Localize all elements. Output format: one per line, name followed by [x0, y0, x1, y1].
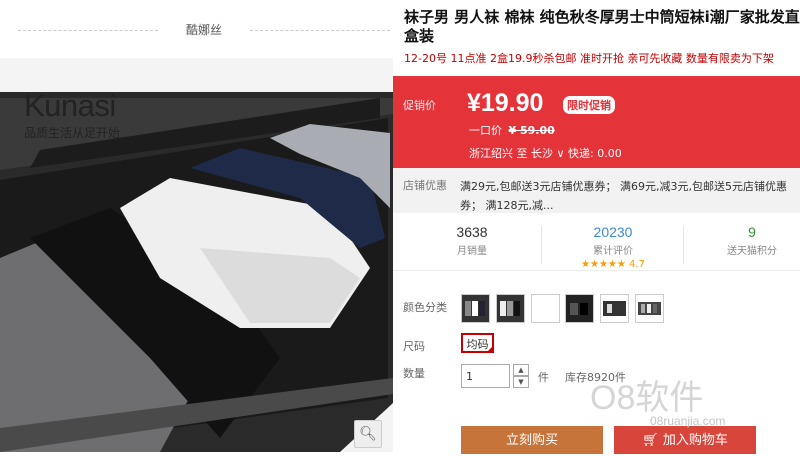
add-to-cart-label: 加入购物车 — [662, 433, 728, 448]
color-label: 颜色分类 — [403, 301, 447, 314]
review-count-number: 20230 — [593, 224, 633, 240]
rating-stars-icon: ★★★★★ — [581, 259, 626, 270]
brand-logo: Kunasi — [24, 88, 116, 123]
buy-now-button[interactable]: 立刻购买 — [461, 426, 603, 454]
brand-slogan: 品质生活从足开始 — [24, 126, 121, 140]
monthly-sales: 3638 月销量 — [407, 224, 537, 257]
rating-value: 4.7 — [629, 259, 645, 270]
shipping-info[interactable]: 浙江绍兴 至 长沙 ∨ 快递: 0.00 — [469, 145, 622, 161]
color-swatch-6[interactable] — [635, 294, 664, 323]
promo-badge: 限时促销 — [563, 96, 615, 114]
color-swatch-3[interactable] — [531, 294, 560, 323]
quantity-label: 数量 — [403, 367, 425, 380]
product-title: 袜子男 男人袜 棉袜 纯色秋冬厚男士中筒短袜i潮厂家批发直盒装 — [404, 8, 800, 45]
tmall-points-label: 送天猫积分 — [727, 246, 777, 257]
color-swatch-5[interactable] — [600, 294, 629, 323]
tmall-points-number: 9 — [748, 224, 756, 240]
review-count-label: 累计评价 — [593, 246, 633, 257]
quantity-unit: 件 — [538, 371, 549, 384]
watermark-url: 08ruanjia.com — [650, 414, 726, 428]
coupon-label: 店铺优惠 — [403, 179, 447, 192]
original-price-row: 一口价 ¥ 59.00 — [469, 122, 555, 138]
sales-stats: 3638 月销量 20230 累计评价 ★★★★★ 4.7 9 送天猫积分 — [393, 218, 800, 271]
quantity-down-icon[interactable]: ▼ — [513, 376, 529, 388]
store-header: 酷娜丝 — [18, 18, 390, 42]
original-price: ¥ 59.00 — [508, 124, 555, 137]
monthly-sales-number: 3638 — [456, 224, 488, 240]
review-count[interactable]: 20230 累计评价 ★★★★★ 4.7 — [548, 224, 678, 270]
quantity-up-icon[interactable]: ▲ — [513, 364, 529, 376]
product-subtitle: 12-20号 11点准 2盒19.9秒杀包邮 准时开抢 亲可先收藏 数量有限卖为… — [404, 52, 774, 65]
add-to-cart-button[interactable]: 🛒︎ 加入购物车 — [614, 426, 756, 454]
color-swatch-2[interactable] — [496, 294, 525, 323]
product-gallery: 酷娜丝 Kunasi 品质生活从足开始 🔍︎ — [0, 0, 393, 452]
color-swatch-4[interactable] — [565, 294, 594, 323]
magnifier-icon[interactable]: 🔍︎ — [354, 420, 382, 448]
divider — [683, 226, 684, 264]
watermark-logo: O8软件 — [590, 379, 704, 417]
original-price-label: 一口价 — [469, 124, 502, 137]
promo-price: ¥19.90 — [467, 89, 544, 117]
divider — [541, 226, 542, 264]
divider — [250, 30, 390, 31]
product-photo[interactable]: Kunasi 品质生活从足开始 🔍︎ — [0, 58, 393, 452]
coupon-text[interactable]: 满29元,包邮送3元店铺优惠券； 满69元,减3元,包邮送5元店铺优惠券； 满1… — [460, 177, 800, 215]
color-swatch-1[interactable] — [461, 294, 490, 323]
size-option-selected[interactable]: 均码 — [461, 333, 494, 353]
coupon-row: 店铺优惠 满29元,包邮送3元店铺优惠券； 满69元,减3元,包邮送5元店铺优惠… — [393, 168, 800, 213]
size-label: 尺码 — [403, 340, 425, 353]
cart-icon: 🛒︎ — [642, 433, 659, 448]
promo-label: 促销价 — [403, 99, 436, 112]
tmall-points: 9 送天猫积分 — [687, 224, 800, 257]
monthly-sales-label: 月销量 — [457, 246, 487, 257]
quantity-input[interactable]: 1 — [461, 364, 510, 388]
promo-panel: 促销价 ¥19.90 限时促销 一口价 ¥ 59.00 浙江绍兴 至 长沙 ∨ … — [393, 76, 800, 168]
